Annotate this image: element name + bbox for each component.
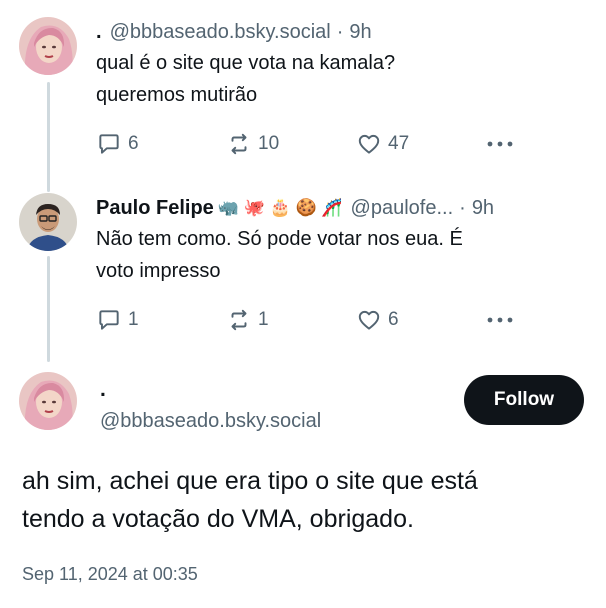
post-text-line: queremos mutirão [96, 84, 258, 106]
more-button[interactable] [486, 315, 514, 325]
avatar[interactable] [19, 193, 77, 251]
post-text-line: qual é o site que vota na kamala? [96, 52, 396, 74]
repost-count: 1 [258, 309, 269, 330]
post-timestamp: Sep 11, 2024 at 00:35 [22, 564, 198, 584]
more-dots-icon [486, 315, 514, 325]
reply-post[interactable]: Paulo Felipe 🦏 🐙 🎂 🍪 🎢 @paulofe... · 9h … [96, 195, 606, 287]
reply-button[interactable]: 1 [96, 307, 226, 333]
reply-post[interactable]: . @bbbaseado.bsky.social · 9h qual é o s… [96, 19, 606, 111]
thread-connector-line [47, 256, 50, 362]
more-dots-icon [486, 139, 514, 149]
reply-button[interactable]: 6 [96, 131, 226, 157]
author-name[interactable]: . [96, 19, 102, 45]
like-button[interactable]: 6 [356, 307, 486, 333]
speech-bubble-icon [96, 307, 122, 333]
repost-button[interactable]: 1 [226, 307, 356, 333]
separator: · [459, 197, 466, 219]
post-text-line: Não tem como. Só pode votar nos eua. É [96, 228, 463, 250]
reply-count: 6 [128, 133, 139, 154]
post-actions: 1 1 6 [96, 307, 514, 333]
author-handle[interactable]: @bbbaseado.bsky.social [100, 410, 321, 433]
heart-icon [356, 131, 382, 157]
follow-button[interactable]: Follow [464, 375, 584, 425]
author-name[interactable]: . [100, 378, 106, 402]
post-header: . @bbbaseado.bsky.social · 9h [96, 19, 606, 45]
post-text: Não tem como. Só pode votar nos eua. É v… [96, 223, 606, 287]
post-text-line: ah sim, achei que era tipo o site que es… [22, 467, 478, 495]
like-button[interactable]: 47 [356, 131, 486, 157]
thread-connector-line [47, 82, 50, 192]
heart-icon [356, 307, 382, 333]
reply-count: 1 [128, 309, 139, 330]
separator: · [336, 21, 344, 43]
author-handle[interactable]: @bbbaseado.bsky.social [110, 19, 331, 45]
more-button[interactable] [486, 139, 514, 149]
author-handle[interactable]: @paulofe... [351, 195, 454, 221]
repost-count: 10 [258, 133, 280, 154]
repost-button[interactable]: 10 [226, 131, 356, 157]
author-emojis: 🦏 🐙 🎂 🍪 🎢 [217, 198, 343, 217]
like-count: 6 [388, 309, 399, 330]
repost-arrows-icon [226, 131, 252, 157]
avatar[interactable] [19, 372, 77, 430]
post-text: qual é o site que vota na kamala? querem… [96, 47, 606, 111]
repost-arrows-icon [226, 307, 252, 333]
post-text-line: voto impresso [96, 260, 221, 282]
speech-bubble-icon [96, 131, 122, 157]
avatar[interactable] [19, 17, 77, 75]
post-time[interactable]: 9h [472, 195, 494, 221]
post-time[interactable]: 9h [349, 19, 371, 45]
post-text: ah sim, achei que era tipo o site que es… [22, 462, 592, 538]
author-name[interactable]: Paulo Felipe [96, 195, 214, 221]
post-actions: 6 10 47 [96, 131, 514, 157]
post-text-line: tendo a votação do VMA, obrigado. [22, 505, 414, 533]
like-count: 47 [388, 133, 410, 154]
post-header: Paulo Felipe 🦏 🐙 🎂 🍪 🎢 @paulofe... · 9h [96, 195, 606, 221]
